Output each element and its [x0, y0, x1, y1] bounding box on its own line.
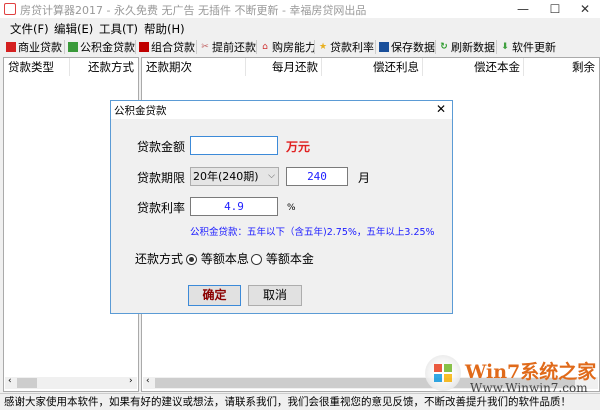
column-header-interest[interactable]: 偿还利息: [323, 58, 423, 76]
menu-edit[interactable]: 编辑(E): [54, 21, 93, 37]
separator: [375, 40, 376, 54]
amount-unit: 万元: [286, 140, 311, 154]
windows-logo-icon: [425, 355, 461, 391]
menu-file[interactable]: 文件(F): [10, 21, 49, 37]
combo-icon: [139, 42, 149, 52]
separator: [135, 40, 136, 54]
cancel-button[interactable]: 取消: [248, 285, 302, 306]
watermark: Win7系统之家 Www.Winwin7.com: [425, 355, 600, 405]
toolbar: 商业贷款 公积金贷款 组合贷款 ✂ 提前还款 ⌂ 购房能力 ★ 贷款利率 保存数据 ↻…: [0, 38, 600, 56]
toolbar-label: 刷新数据: [451, 41, 495, 54]
dialog-title-bar: 公积金贷款 ✕: [111, 101, 452, 119]
radio-label: 等额本金: [265, 252, 314, 266]
dialog-title: 公积金贷款: [114, 105, 167, 117]
term-months-input[interactable]: 240: [286, 167, 348, 186]
star-icon: ★: [318, 42, 328, 52]
toolbar-commercial-loan[interactable]: 商业贷款: [6, 39, 62, 55]
refresh-icon: ↻: [440, 42, 448, 52]
title-bar: 房贷计算器2017 - 永久免费 无广告 无插件 不断更新 - 幸福房贷网出品 …: [0, 0, 600, 18]
separator: [196, 40, 197, 54]
scroll-right-icon[interactable]: ›: [129, 376, 133, 386]
toolbar-label: 软件更新: [512, 41, 556, 54]
term-select[interactable]: 20年(240期) ⌵: [190, 167, 279, 186]
separator: [314, 40, 315, 54]
radio-checked-icon: [186, 254, 197, 265]
rate-hint: 公积金贷款：五年以下（含五年)2.75%，五年以上3.25%: [190, 227, 435, 238]
bank-icon: [6, 42, 16, 52]
menu-help[interactable]: 帮助(H): [144, 21, 185, 37]
dialog-close-icon[interactable]: ✕: [436, 102, 446, 116]
toolbar-label: 公积金贷款: [80, 41, 135, 54]
column-header-principal[interactable]: 偿还本金: [424, 58, 524, 76]
minimize-button[interactable]: —: [508, 0, 538, 18]
chevron-down-icon: ⌵: [268, 171, 275, 181]
toolbar-rates[interactable]: ★ 贷款利率: [318, 39, 374, 55]
toolbar-label: 贷款利率: [330, 41, 374, 54]
column-header-repay-method[interactable]: 还款方式: [74, 58, 136, 76]
rate-unit: %: [287, 203, 296, 213]
column-header-period[interactable]: 还款期次: [146, 58, 246, 76]
maximize-button[interactable]: ☐: [540, 0, 570, 18]
term-label: 贷款期限: [137, 171, 186, 185]
repay-option-equal-principal[interactable]: 等额本金: [251, 250, 314, 267]
toolbar-label: 商业贷款: [18, 41, 62, 54]
app-icon: [4, 3, 16, 15]
repay-method-label: 还款方式: [135, 252, 184, 266]
toolbar-label: 保存数据: [391, 41, 435, 54]
toolbar-update[interactable]: ⬇ 软件更新: [500, 39, 556, 55]
toolbar-combo-loan[interactable]: 组合贷款: [139, 39, 195, 55]
download-icon: ⬇: [501, 42, 509, 52]
column-header-loan-type[interactable]: 贷款类型: [8, 58, 70, 76]
term-selected: 20年(240期): [193, 170, 259, 183]
toolbar-label: 组合贷款: [151, 41, 195, 54]
toolbar-label: 提前还款: [212, 41, 256, 54]
save-icon: [379, 42, 389, 52]
repay-option-equal-installment[interactable]: 等额本息: [186, 250, 249, 267]
menu-tools[interactable]: 工具(T): [99, 21, 138, 37]
separator: [435, 40, 436, 54]
close-button[interactable]: ✕: [570, 0, 600, 18]
watermark-brand: Win7系统之家: [465, 361, 597, 383]
scroll-left-icon[interactable]: ‹: [8, 376, 12, 386]
term-unit: 月: [358, 171, 371, 185]
toolbar-affordability[interactable]: ⌂ 购房能力: [260, 39, 316, 55]
fund-loan-dialog: 公积金贷款 ✕ 贷款金额 万元 贷款期限 20年(240期) ⌵ 240 月 贷…: [110, 100, 453, 314]
toolbar-label: 购房能力: [272, 41, 316, 54]
rate-input[interactable]: 4.9: [190, 197, 278, 216]
scrollbar-thumb[interactable]: [17, 378, 37, 388]
horizontal-scrollbar[interactable]: ‹ ›: [5, 376, 137, 389]
window-title: 房贷计算器2017 - 永久免费 无广告 无插件 不断更新 - 幸福房贷网出品: [20, 4, 367, 17]
separator: [64, 40, 65, 54]
separator: [256, 40, 257, 54]
column-header-monthly-payment[interactable]: 每月还款: [247, 58, 322, 76]
house-icon: ⌂: [262, 42, 268, 52]
menu-bar: 文件(F) 编辑(E) 工具(T) 帮助(H): [0, 18, 600, 38]
toolbar-refresh[interactable]: ↻ 刷新数据: [439, 39, 495, 55]
ok-button[interactable]: 确定: [188, 285, 241, 306]
toolbar-fund-loan[interactable]: 公积金贷款: [68, 39, 135, 55]
separator: [496, 40, 497, 54]
scissors-icon: ✂: [201, 42, 209, 52]
radio-unchecked-icon: [251, 254, 262, 265]
radio-label: 等额本息: [200, 252, 249, 266]
watermark-url: Www.Winwin7.com: [470, 381, 588, 395]
toolbar-prepay[interactable]: ✂ 提前还款: [200, 39, 256, 55]
fund-icon: [68, 42, 78, 52]
column-header-remaining[interactable]: 剩余: [572, 58, 600, 76]
toolbar-save[interactable]: 保存数据: [379, 39, 435, 55]
rate-label: 贷款利率: [137, 201, 186, 215]
amount-input[interactable]: [190, 136, 278, 155]
amount-label: 贷款金额: [137, 140, 186, 154]
scroll-left-icon[interactable]: ‹: [146, 376, 150, 386]
